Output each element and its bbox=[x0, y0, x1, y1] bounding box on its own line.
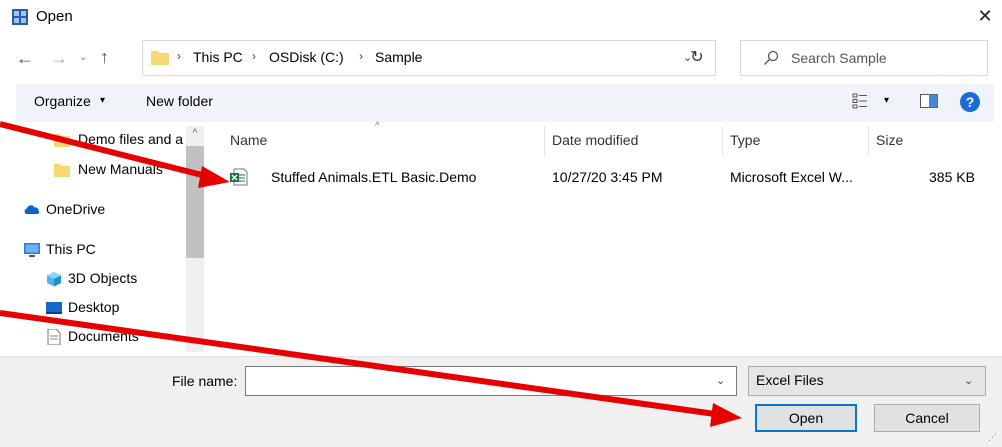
help-icon[interactable]: ? bbox=[960, 92, 980, 112]
breadcrumb-osdisk[interactable]: OSDisk (C:) bbox=[269, 49, 344, 65]
file-name-input[interactable] bbox=[245, 366, 737, 396]
navigation-pane: Demo files and a New Manuals OneDrive Th… bbox=[16, 126, 204, 352]
window-title: Open bbox=[36, 8, 73, 25]
column-divider[interactable] bbox=[868, 126, 869, 156]
resize-grip-icon[interactable]: ⋰ bbox=[988, 432, 997, 443]
command-bar: Organize ▾ New folder ▾ ? bbox=[16, 84, 994, 122]
sidebar-item-desktop[interactable]: Desktop bbox=[16, 294, 186, 322]
sidebar-item-this-pc[interactable]: This PC bbox=[16, 236, 186, 264]
file-type-value: Excel Files bbox=[756, 372, 824, 388]
column-header-size[interactable]: Size bbox=[876, 132, 903, 148]
search-icon bbox=[764, 50, 779, 65]
sidebar-item-new-manuals[interactable]: New Manuals bbox=[16, 156, 186, 184]
recent-locations-button[interactable]: ⌄ bbox=[79, 48, 91, 68]
refresh-button[interactable]: ↻ bbox=[685, 46, 709, 70]
file-name-cell: Stuffed Animals.ETL Basic.Demo bbox=[271, 169, 477, 185]
sidebar-item-label: Desktop bbox=[68, 299, 120, 315]
computer-icon bbox=[24, 243, 40, 257]
close-button[interactable]: ✕ bbox=[974, 5, 996, 27]
sidebar-item-label: OneDrive bbox=[46, 201, 106, 217]
chevron-down-icon[interactable]: ⌄ bbox=[716, 374, 725, 387]
breadcrumb-separator: › bbox=[252, 49, 256, 63]
breadcrumb-this-pc[interactable]: This PC bbox=[193, 49, 243, 65]
column-header-name[interactable]: Name bbox=[230, 132, 267, 148]
table-row[interactable]: Stuffed Animals.ETL Basic.Demo 10/27/20 … bbox=[220, 162, 980, 192]
breadcrumb-sample[interactable]: Sample bbox=[375, 49, 422, 65]
onedrive-icon bbox=[24, 205, 40, 214]
folder-icon bbox=[54, 134, 70, 147]
sidebar-item-label: Demo files and a bbox=[78, 131, 184, 147]
sidebar-item-label: This PC bbox=[46, 241, 96, 257]
sidebar-item-onedrive[interactable]: OneDrive bbox=[16, 196, 186, 224]
forward-button[interactable]: → bbox=[50, 48, 70, 68]
column-header-date-modified[interactable]: Date modified bbox=[552, 132, 638, 148]
search-placeholder: Search Sample bbox=[791, 50, 887, 66]
sidebar-item-label: Documents bbox=[68, 328, 139, 344]
breadcrumb-separator: › bbox=[177, 49, 181, 63]
column-header-type[interactable]: Type bbox=[730, 132, 760, 148]
file-type-cell: Microsoft Excel W... bbox=[730, 169, 853, 185]
file-size-cell: 385 KB bbox=[929, 169, 975, 185]
column-divider[interactable] bbox=[544, 126, 545, 156]
documents-icon bbox=[47, 329, 61, 345]
cancel-button[interactable]: Cancel bbox=[874, 404, 980, 432]
chevron-down-icon[interactable]: ▾ bbox=[884, 95, 889, 106]
sidebar-item-demo-files[interactable]: Demo files and a bbox=[16, 126, 186, 154]
sidebar-item-3d-objects[interactable]: 3D Objects bbox=[16, 265, 186, 293]
breadcrumb-separator: › bbox=[359, 49, 363, 63]
folder-icon bbox=[54, 164, 70, 177]
desktop-icon bbox=[46, 302, 62, 314]
chevron-down-icon[interactable]: ▾ bbox=[100, 95, 105, 106]
excel-file-icon bbox=[230, 168, 248, 186]
file-date-cell: 10/27/20 3:45 PM bbox=[552, 169, 663, 185]
organize-button[interactable]: Organize bbox=[34, 93, 91, 109]
sidebar-item-label: New Manuals bbox=[78, 161, 163, 177]
view-options-icon[interactable] bbox=[852, 93, 868, 109]
title-bar bbox=[0, 0, 1002, 34]
chevron-down-icon[interactable]: ⌄ bbox=[964, 374, 973, 387]
new-folder-button[interactable]: New folder bbox=[146, 93, 213, 109]
up-button[interactable]: ↑ bbox=[100, 47, 120, 67]
preview-pane-icon[interactable] bbox=[920, 94, 938, 108]
search-input[interactable]: Search Sample bbox=[740, 40, 988, 76]
sidebar-item-label: 3D Objects bbox=[68, 270, 138, 286]
file-name-label: File name: bbox=[172, 373, 238, 389]
folder-icon bbox=[151, 51, 169, 65]
scroll-down-arrow[interactable]: ⌄ bbox=[186, 334, 204, 348]
open-button[interactable]: Open bbox=[755, 404, 857, 432]
app-icon bbox=[12, 9, 28, 25]
3d-objects-icon bbox=[47, 272, 61, 287]
scrollbar-thumb[interactable] bbox=[186, 146, 204, 258]
address-bar[interactable]: › This PC › OSDisk (C:) › Sample ⌄ bbox=[142, 40, 716, 76]
scroll-up-arrow[interactable]: ^ bbox=[186, 128, 204, 142]
column-divider[interactable] bbox=[722, 126, 723, 156]
back-button[interactable]: ← bbox=[16, 48, 36, 68]
sort-indicator-icon: ^ bbox=[375, 121, 380, 132]
sidebar-item-documents[interactable]: Documents bbox=[16, 323, 186, 351]
